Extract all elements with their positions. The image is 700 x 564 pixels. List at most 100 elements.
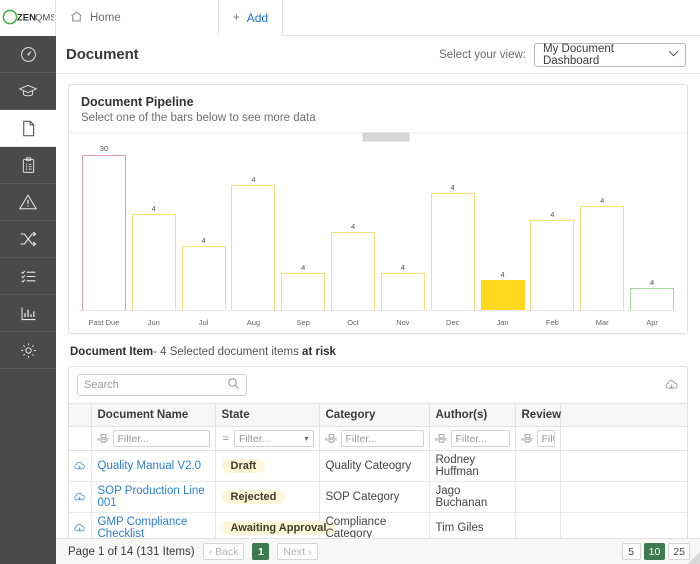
chart-bar-column[interactable]: 4 — [378, 145, 428, 311]
table-row[interactable]: GMP Compliance Checklist Awaiting Approva… — [69, 512, 687, 538]
abc-filter-icon[interactable]: aBc — [521, 433, 534, 444]
svg-text:a: a — [521, 438, 524, 443]
table-header-state[interactable]: State — [215, 403, 320, 427]
document-link[interactable]: SOP Production Line 001 — [98, 485, 205, 509]
filter-placeholder: Filter... — [238, 432, 271, 445]
tab-home[interactable]: Home — [56, 0, 219, 36]
chart-bar-column[interactable]: 4 — [428, 145, 478, 311]
tab-add-label: Add — [246, 11, 269, 25]
abc-filter-icon[interactable]: aBc — [435, 433, 448, 444]
cloud-download-icon[interactable] — [73, 491, 86, 504]
chart-bar-column[interactable]: 4 — [478, 145, 528, 311]
tab-add[interactable]: + Add — [219, 0, 284, 36]
view-selector-group: Select your view: My Document Dashboard — [439, 42, 686, 67]
table-header-category[interactable]: Category — [319, 403, 430, 427]
chevron-down-icon[interactable]: ▾ — [302, 434, 308, 443]
chart-bar-column[interactable]: 4 — [179, 145, 229, 311]
sidebar-item-audits[interactable] — [0, 147, 56, 184]
cloud-download-icon[interactable] — [664, 378, 679, 393]
chart-bar-column[interactable]: 30 — [79, 145, 129, 311]
chart-bar[interactable] — [380, 273, 425, 311]
abc-filter-icon[interactable]: aBc — [325, 433, 338, 444]
table-row[interactable]: SOP Production Line 001 Rejected SOP Categ… — [69, 481, 687, 513]
chart-bar-column[interactable]: 4 — [228, 145, 278, 311]
chart-bar-column[interactable]: 4 — [129, 145, 179, 311]
chart-bar-column[interactable]: 4 — [577, 145, 627, 311]
sidebar-item-issues[interactable] — [0, 184, 56, 221]
chart-bar[interactable] — [81, 154, 126, 311]
cloud-download-icon[interactable] — [73, 460, 86, 473]
cell-document-name[interactable]: Quality Manual V2.0 — [91, 450, 216, 482]
filter-input[interactable]: Filter... — [450, 430, 510, 447]
search-input[interactable] — [84, 379, 227, 391]
main-area: Document Select your view: My Document D… — [56, 36, 700, 564]
table-body: a Bc Filter... = Filter... ▾ a Bc Filter... a Bc Fi… — [69, 426, 687, 538]
chart-x-tick-label: Jun — [147, 318, 160, 327]
table-row[interactable]: Quality Manual V2.0 Draft Quality Cateogry… — [69, 450, 687, 482]
cell-document-name[interactable]: SOP Production Line 001 — [91, 481, 216, 513]
chart-bar-column[interactable]: 4 — [527, 145, 577, 311]
document-link[interactable]: Quality Manual V2.0 — [98, 460, 202, 472]
search-icon[interactable] — [227, 377, 240, 393]
gauge-icon — [19, 45, 38, 64]
cloud-download-icon[interactable] — [73, 522, 86, 535]
chart-scrollbar-thumb[interactable] — [362, 132, 410, 142]
pagination-page-1[interactable]: 1 — [252, 543, 270, 560]
chart-bar[interactable] — [630, 288, 675, 311]
page-size-button[interactable]: 5 — [621, 543, 641, 560]
table-header-review[interactable]: Review — [515, 403, 561, 427]
filter-placeholder: Filter... — [117, 432, 150, 445]
section-label: Document Item — [70, 346, 154, 358]
svg-text:c: c — [530, 438, 533, 443]
chart-bar[interactable] — [181, 246, 226, 311]
filter-input[interactable]: Filt — [536, 430, 555, 447]
bar-chart-icon — [19, 304, 38, 323]
chart-bar-column[interactable]: 4 — [627, 145, 677, 311]
sidebar-item-documents[interactable] — [0, 110, 56, 147]
chart-bar[interactable] — [231, 185, 276, 311]
document-link[interactable]: GMP Compliance Checklist — [98, 516, 188, 538]
filter-placeholder: Filter... — [455, 432, 488, 445]
sidebar-item-change-control[interactable] — [0, 221, 56, 258]
row-download-cell[interactable] — [69, 450, 92, 482]
filter-input[interactable]: Filter... ▾ — [233, 430, 314, 447]
cell-document-name[interactable]: GMP Compliance Checklist — [91, 512, 216, 538]
chart-bar-column[interactable]: 4 — [328, 145, 378, 311]
filter-input[interactable]: Filter... — [340, 430, 424, 447]
page-size-group: 5 10 25 — [621, 543, 690, 560]
resize-corner[interactable] — [688, 552, 700, 564]
page-size-button[interactable]: 25 — [668, 543, 690, 560]
sidebar-item-tasks[interactable] — [0, 258, 56, 295]
sidebar-item-reports[interactable] — [0, 295, 56, 332]
table-header-authors[interactable]: Author(s) — [429, 403, 516, 427]
brand-logo[interactable]: ZEN QMS — [0, 0, 56, 36]
sidebar-item-training[interactable] — [0, 73, 56, 110]
sidebar-item-dashboard[interactable] — [0, 36, 56, 73]
chart-bar[interactable] — [281, 273, 326, 311]
filter-input[interactable]: Filter... — [112, 430, 210, 447]
search-box[interactable] — [77, 374, 247, 396]
table-header-document-name[interactable]: Document Name — [91, 403, 216, 427]
sidebar-item-settings[interactable] — [0, 332, 56, 369]
chart-bar[interactable] — [331, 232, 376, 311]
chart-bar[interactable] — [580, 206, 625, 311]
equals-icon[interactable]: = — [221, 433, 231, 445]
chart-bar[interactable] — [131, 214, 176, 311]
filter-cell: a Bc Filter... — [91, 426, 216, 451]
abc-filter-icon[interactable]: aBc — [97, 433, 110, 444]
view-selector-dropdown[interactable]: My Document Dashboard — [534, 42, 686, 67]
chart-x-tick-label: Nov — [396, 318, 410, 327]
pagination-back-button[interactable]: ‹ Back — [202, 543, 245, 560]
row-download-cell[interactable] — [69, 512, 92, 538]
pagination-next-button[interactable]: Next › — [277, 543, 318, 560]
chart-bar-column[interactable]: 4 — [278, 145, 328, 311]
chart-bar[interactable] — [480, 280, 525, 311]
status-badge: Rejected — [221, 490, 286, 504]
chart-bar[interactable] — [430, 193, 475, 311]
chart-bar[interactable] — [530, 220, 575, 311]
row-download-cell[interactable] — [69, 481, 92, 513]
pagination-next-label: Next — [283, 545, 306, 558]
pagination-back-label: Back — [215, 545, 239, 558]
page-size-button[interactable]: 10 — [643, 543, 666, 560]
chart-bar-value: 4 — [251, 174, 256, 184]
